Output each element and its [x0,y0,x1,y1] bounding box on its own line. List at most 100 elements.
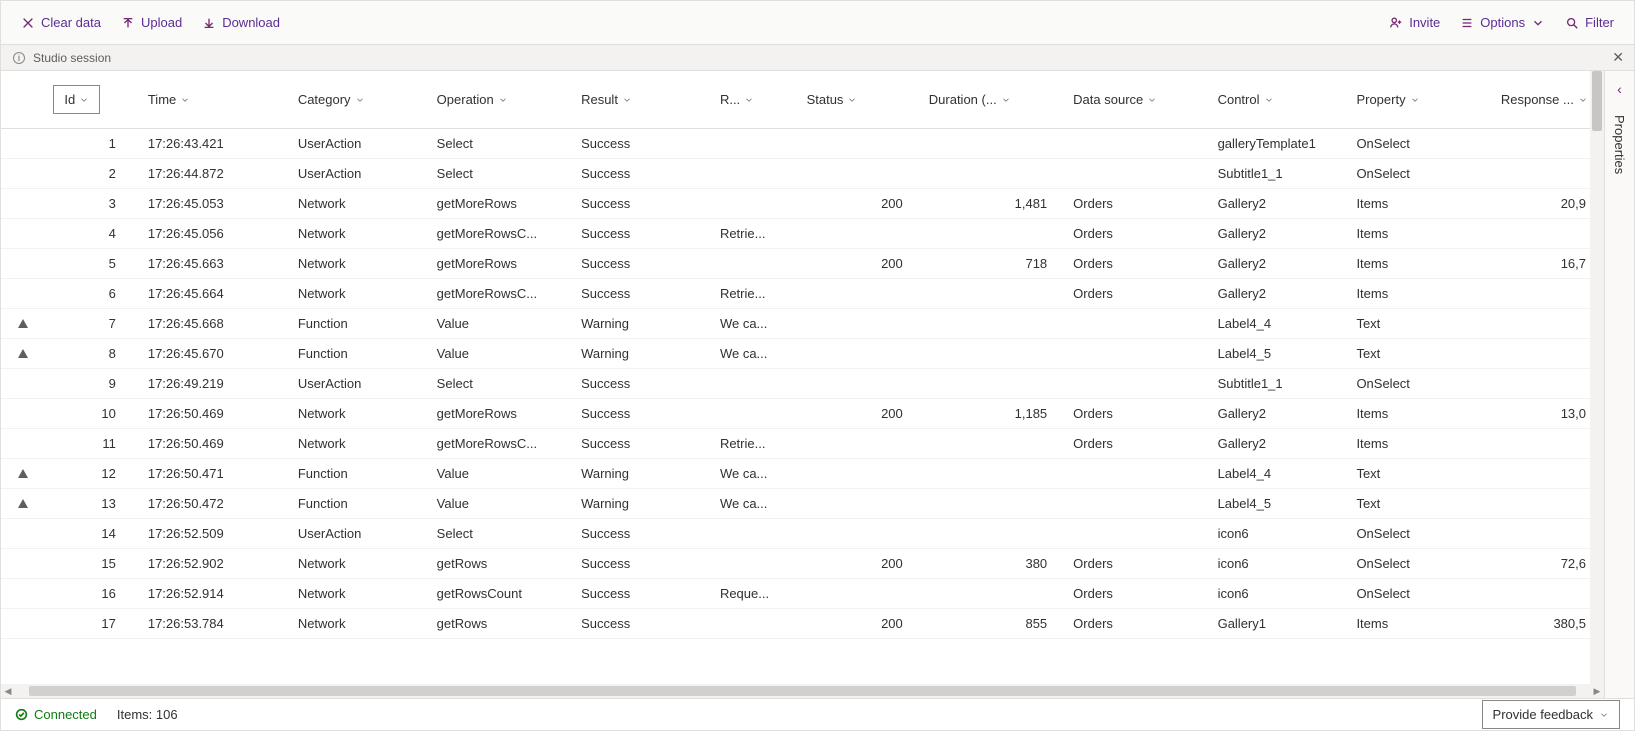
chevron-down-icon [744,95,754,105]
clear-data-button[interactable]: Clear data [21,15,101,30]
row-warn-cell [1,219,45,249]
table-row[interactable]: 1617:26:52.914NetworkgetRowsCountSuccess… [1,579,1604,609]
row-property: Text [1348,489,1492,519]
table-row[interactable]: 1317:26:50.472FunctionValueWarningWe ca.… [1,489,1604,519]
col-property[interactable]: Property [1348,71,1492,129]
row-category: UserAction [290,159,429,189]
col-result[interactable]: Result [573,71,712,129]
row-operation: getMoreRowsC... [429,279,573,309]
table-row[interactable]: 1117:26:50.469NetworkgetMoreRowsC...Succ… [1,429,1604,459]
row-resultinfo [712,399,799,429]
info-icon: i [13,52,25,64]
col-time[interactable]: Time [140,71,290,129]
expand-panel-button[interactable]: ‹ [1617,81,1622,97]
table-row[interactable]: 217:26:44.872UserActionSelectSuccessSubt… [1,159,1604,189]
col-resultinfo[interactable]: R... [712,71,799,129]
row-id: 15 [45,549,139,579]
row-result: Success [573,609,712,639]
row-result: Success [573,579,712,609]
chevron-down-icon [1410,95,1420,105]
row-time: 17:26:53.784 [140,609,290,639]
options-button[interactable]: Options [1460,15,1545,30]
row-operation: Value [429,309,573,339]
row-duration [921,459,1065,489]
close-infobar-button[interactable]: ✕ [1612,49,1624,66]
filter-button[interactable]: Filter [1565,15,1614,30]
table-row[interactable]: 117:26:43.421UserActionSelectSuccessgall… [1,129,1604,159]
row-operation: getMoreRows [429,249,573,279]
upload-button[interactable]: Upload [121,15,182,30]
options-label: Options [1480,15,1525,30]
row-operation: Value [429,339,573,369]
col-id[interactable]: Id [45,71,139,129]
table-row[interactable]: 1517:26:52.902NetworkgetRowsSuccess20038… [1,549,1604,579]
row-duration [921,519,1065,549]
table-row[interactable]: 517:26:45.663NetworkgetMoreRowsSuccess20… [1,249,1604,279]
invite-button[interactable]: Invite [1389,15,1440,30]
col-datasource[interactable]: Data source [1065,71,1209,129]
table-row[interactable]: 817:26:45.670FunctionValueWarningWe ca..… [1,339,1604,369]
monitor-grid: Id Time Category Operation Result R... S… [1,71,1604,639]
row-id: 8 [45,339,139,369]
row-property: Items [1348,609,1492,639]
col-category[interactable]: Category [290,71,429,129]
row-response [1493,159,1604,189]
table-row[interactable]: 717:26:45.668FunctionValueWarningWe ca..… [1,309,1604,339]
table-row[interactable]: 917:26:49.219UserActionSelectSuccessSubt… [1,369,1604,399]
row-datasource [1065,309,1209,339]
row-status [799,459,921,489]
row-property: OnSelect [1348,579,1492,609]
row-warn-cell [1,579,45,609]
row-control: Label4_5 [1210,489,1349,519]
vertical-scrollbar[interactable] [1590,71,1604,684]
table-row[interactable]: 617:26:45.664NetworkgetMoreRowsC...Succe… [1,279,1604,309]
row-result: Warning [573,489,712,519]
row-id: 4 [45,219,139,249]
table-row[interactable]: 1217:26:50.471FunctionValueWarningWe ca.… [1,459,1604,489]
row-result: Warning [573,309,712,339]
row-property: OnSelect [1348,129,1492,159]
row-control: Gallery2 [1210,399,1349,429]
horizontal-scrollbar[interactable]: ◀▶ [1,684,1604,698]
table-row[interactable]: 1017:26:50.469NetworkgetMoreRowsSuccess2… [1,399,1604,429]
row-property: Items [1348,189,1492,219]
col-response[interactable]: Response ... [1493,71,1604,129]
col-duration[interactable]: Duration (... [921,71,1065,129]
row-datasource: Orders [1065,189,1209,219]
table-row[interactable]: 1717:26:53.784NetworkgetRowsSuccess20085… [1,609,1604,639]
row-result: Warning [573,339,712,369]
row-warn-cell [1,339,45,369]
row-category: Network [290,399,429,429]
row-warn-cell [1,489,45,519]
row-warn-cell [1,159,45,189]
row-warn-cell [1,519,45,549]
row-property: Text [1348,309,1492,339]
grid-scroll[interactable]: Id Time Category Operation Result R... S… [1,71,1604,684]
row-control: icon6 [1210,519,1349,549]
row-warn-cell [1,369,45,399]
filter-label: Filter [1585,15,1614,30]
col-operation[interactable]: Operation [429,71,573,129]
row-operation: getMoreRows [429,189,573,219]
col-control[interactable]: Control [1210,71,1349,129]
row-result: Success [573,549,712,579]
col-warn [1,71,45,129]
chevron-down-icon [498,95,508,105]
provide-feedback-button[interactable]: Provide feedback [1482,700,1620,729]
search-icon [1565,16,1579,30]
download-button[interactable]: Download [202,15,280,30]
table-row[interactable]: 317:26:45.053NetworkgetMoreRowsSuccess20… [1,189,1604,219]
row-time: 17:26:50.469 [140,399,290,429]
row-datasource: Orders [1065,279,1209,309]
col-status[interactable]: Status [799,71,921,129]
row-status [799,219,921,249]
row-category: Network [290,549,429,579]
row-operation: getRows [429,609,573,639]
table-row[interactable]: 1417:26:52.509UserActionSelectSuccessico… [1,519,1604,549]
row-response [1493,129,1604,159]
row-property: Items [1348,429,1492,459]
row-control: Gallery1 [1210,609,1349,639]
row-operation: getMoreRowsC... [429,429,573,459]
table-row[interactable]: 417:26:45.056NetworkgetMoreRowsC...Succe… [1,219,1604,249]
row-response: 72,6 [1493,549,1604,579]
